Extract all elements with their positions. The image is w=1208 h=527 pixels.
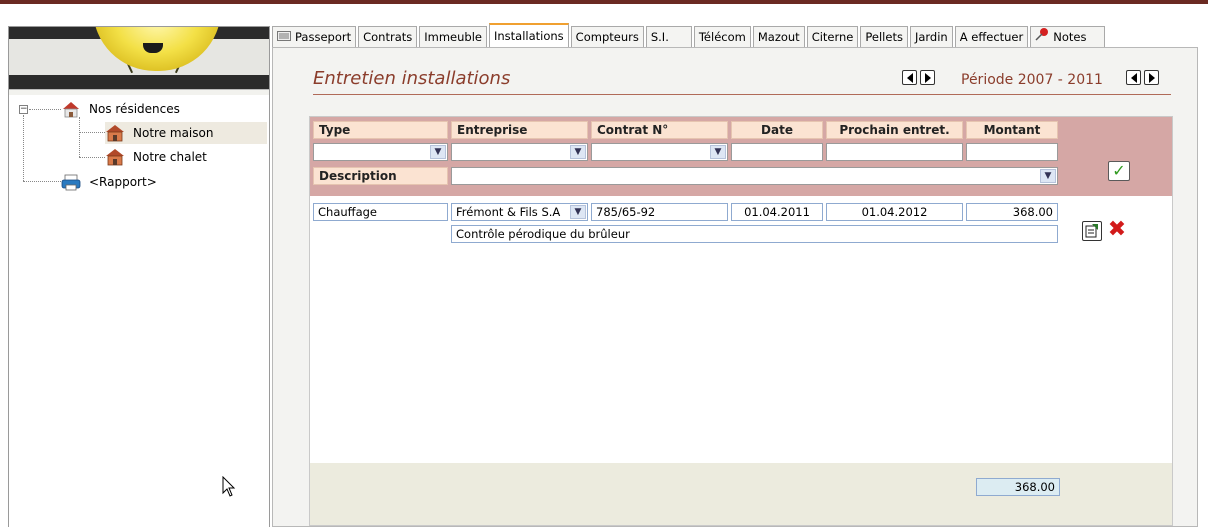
chevron-down-icon[interactable]: ▼ [570,145,586,159]
contrat-filter-select[interactable]: ▼ [591,143,728,161]
chevron-down-icon[interactable]: ▼ [710,145,726,159]
tab-immeuble[interactable]: Immeuble [419,26,487,47]
tab-a-effectuer[interactable]: A effectuer [954,26,1029,47]
entreprise-filter-select[interactable]: ▼ [451,143,588,161]
tree-node-notre-chalet[interactable]: Notre chalet [105,146,267,168]
close-icon: ✖ [1107,217,1127,242]
arrow-right-icon [924,72,931,83]
house-icon [105,148,125,166]
tab-citerne[interactable]: Citerne [806,26,859,47]
chevron-down-icon[interactable]: ▼ [570,205,586,219]
tab-bar: Passeport Contrats Immeuble Installation… [272,23,1107,47]
chevron-down-icon[interactable]: ▼ [430,145,446,159]
tab-compteurs[interactable]: Compteurs [570,26,644,47]
prochain-filter-input[interactable] [826,143,963,161]
pin-icon [1035,27,1049,47]
header-description: Description [313,167,448,185]
prev-record-button[interactable] [902,70,917,85]
tab-contrats[interactable]: Contrats [358,26,418,47]
collapse-toggle[interactable]: − [19,105,28,114]
mouse-cursor-icon [222,475,236,501]
total-montant: 368.00 [976,478,1060,496]
record-prochain-field[interactable]: 01.04.2012 [826,203,963,221]
tab-notes[interactable]: Notes [1030,26,1106,47]
content-area: Entretien installations Période 2007 - 2… [272,47,1198,527]
header-prochain: Prochain entret. [826,121,963,139]
header-montant: Montant [966,121,1058,139]
header-contrat: Contrat N° [591,121,728,139]
app-banner [9,27,269,89]
record-entreprise-select[interactable]: Frémont & Fils S.A ▼ [451,203,588,221]
next-period-button[interactable] [1144,70,1159,85]
tab-si[interactable]: S.I. [645,26,692,47]
record-montant-field[interactable]: 368.00 [966,203,1058,221]
printer-icon [61,173,81,191]
filter-area: Type Entreprise Contrat N° Date Prochain… [310,117,1172,196]
list-icon [277,27,291,47]
header-type: Type [313,121,448,139]
tree-item-label: Notre maison [133,126,214,140]
prev-period-button[interactable] [1126,70,1141,85]
tree-report-label: <Rapport> [89,175,157,189]
house-icon [105,124,125,142]
navigation-panel: − Nos résidences Notre maison Notre chal… [8,26,270,527]
totals-footer: 368.00 [310,463,1172,525]
record-type-field[interactable]: Chauffage [313,203,448,221]
tree-item-label: Notre chalet [133,150,207,164]
next-record-button[interactable] [920,70,935,85]
description-filter-select[interactable]: ▼ [451,167,1058,185]
tab-jardin[interactable]: Jardin [909,26,953,47]
montant-filter-input[interactable] [966,143,1058,161]
tree-root-label: Nos résidences [89,102,180,116]
tree-node-rapport[interactable]: <Rapport> [61,171,267,193]
edit-record-button[interactable] [1082,221,1102,241]
delete-record-button[interactable]: ✖ [1106,217,1128,242]
header-entreprise: Entreprise [451,121,588,139]
page-title: Entretien installations [313,68,511,89]
type-filter-select[interactable]: ▼ [313,143,448,161]
record-date-field[interactable]: 01.04.2011 [731,203,823,221]
house-icon [61,100,81,118]
arrow-left-icon [1130,72,1137,83]
checkmark-icon: ✓ [1112,161,1126,180]
tab-telecom[interactable]: Télécom [693,26,751,47]
arrow-right-icon [1148,72,1155,83]
tab-passeport[interactable]: Passeport [272,26,357,47]
record-contrat-field[interactable]: 785/65-92 [591,203,728,221]
header-date: Date [731,121,823,139]
period-label: Période 2007 - 2011 [961,72,1103,88]
tab-installations[interactable]: Installations [488,23,569,47]
record-description-field[interactable]: Contrôle pérodique du brûleur [451,225,1058,243]
date-filter-input[interactable] [731,143,823,161]
apply-filter-button[interactable]: ✓ [1108,161,1130,181]
installations-panel: Type Entreprise Contrat N° Date Prochain… [309,116,1173,526]
tree-node-nos-residences[interactable]: Nos résidences [61,98,267,120]
tree-node-notre-maison[interactable]: Notre maison [105,122,267,144]
title-underline [313,94,1171,95]
chevron-down-icon[interactable]: ▼ [1040,169,1056,183]
tab-mazout[interactable]: Mazout [752,26,805,47]
arrow-left-icon [906,72,913,83]
edit-icon [1085,224,1098,238]
top-accent-bar [0,0,1208,4]
tab-pellets[interactable]: Pellets [860,26,908,47]
